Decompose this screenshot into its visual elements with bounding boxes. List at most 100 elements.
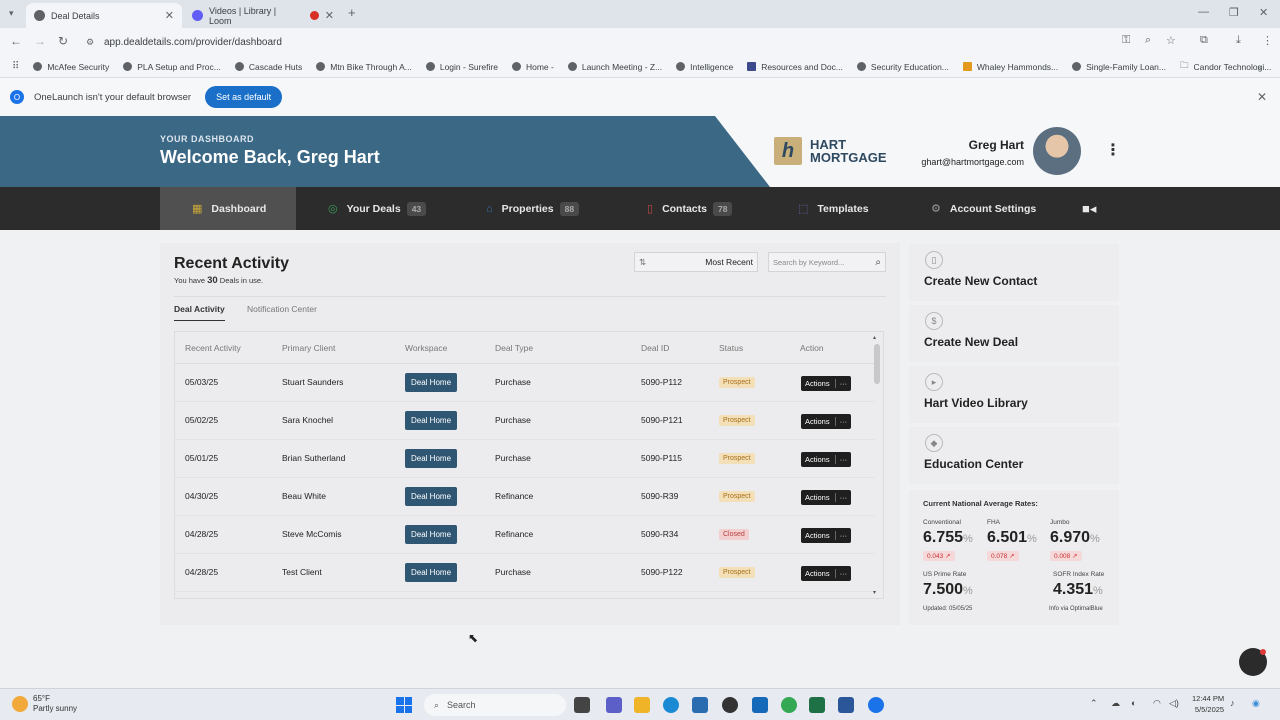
tab-deal-activity[interactable]: Deal Activity — [174, 304, 225, 321]
onedrive-icon[interactable]: ◐ — [1131, 698, 1136, 708]
avatar[interactable] — [1033, 127, 1081, 175]
url-field[interactable]: ⚙ app.dealdetails.com/provider/dashboard — [80, 31, 1190, 53]
network-icon[interactable]: ☁ — [1111, 698, 1120, 709]
scroll-up-icon[interactable]: ▴ — [873, 334, 876, 341]
hart-video-library-card[interactable]: ▸ Hart Video Library — [909, 366, 1119, 423]
back-icon[interactable]: ← — [10, 34, 22, 48]
weather-widget[interactable]: 65°F Partly sunny — [12, 694, 77, 714]
actions-button[interactable]: Actions ··· — [801, 490, 852, 505]
onelaunch-icon[interactable] — [868, 697, 884, 713]
address-bar: ← → ↻ ⚙ app.dealdetails.com/provider/das… — [0, 28, 1280, 56]
create-new-contact-card[interactable]: ▯ Create New Contact — [909, 244, 1119, 301]
tab-search-icon[interactable]: ▾ — [9, 8, 14, 19]
wifi-icon[interactable]: ◠ — [1153, 698, 1161, 709]
bookmark[interactable]: Login - Surefire — [425, 62, 498, 72]
status-badge: Closed — [719, 529, 749, 540]
bookmark[interactable]: Launch Meeting - Z... — [567, 62, 662, 72]
start-button[interactable] — [396, 697, 412, 713]
chat-launcher-button[interactable] — [1239, 648, 1267, 676]
tab-loom[interactable]: Videos | Library | Loom ✕ — [184, 3, 342, 28]
bookmark[interactable]: Whaley Hammonds... — [962, 62, 1058, 72]
set-default-button[interactable]: Set as default — [205, 86, 283, 108]
store-icon[interactable] — [692, 697, 708, 713]
deal-home-button[interactable]: Deal Home — [405, 449, 458, 468]
new-tab-icon[interactable]: + — [348, 5, 356, 20]
scrollbar-thumb[interactable] — [874, 344, 880, 384]
taskbar-clock[interactable]: 12:44 PM 5/5/2025 — [1192, 693, 1224, 715]
bookmark[interactable]: Mtn Bike Through A... — [316, 62, 412, 72]
deal-home-button[interactable]: Deal Home — [405, 373, 458, 392]
close-tab-icon[interactable]: ✕ — [165, 9, 174, 22]
table-row: 04/30/25 Beau White Deal Home Refinance … — [175, 478, 875, 516]
file-explorer-icon[interactable] — [634, 697, 650, 713]
actions-button[interactable]: Actions ··· — [801, 528, 852, 543]
bookmark[interactable]: Intelligence — [676, 62, 733, 72]
bookmark[interactable]: McAfee Security — [33, 62, 109, 72]
nav-dashboard[interactable]: ▦ Dashboard — [160, 187, 296, 230]
actions-button[interactable]: Actions ··· — [801, 452, 852, 467]
bookmark[interactable]: Single-Family Loan... — [1072, 62, 1166, 72]
copilot-icon[interactable]: ◉ — [1252, 698, 1260, 709]
browser-menu-icon[interactable]: ⋮ — [1262, 34, 1273, 47]
table-row: 04/28/25 Test Client Deal Home Purchase … — [175, 554, 875, 592]
teams-icon[interactable] — [606, 697, 622, 713]
close-tab-icon[interactable]: ✕ — [325, 9, 334, 22]
chrome-icon[interactable] — [781, 697, 797, 713]
tab-deal-details[interactable]: Deal Details ✕ — [26, 3, 182, 28]
nav-contacts[interactable]: ▯ Contacts 78 — [647, 187, 733, 230]
deal-home-button[interactable]: Deal Home — [405, 487, 458, 506]
actions-button[interactable]: Actions ··· — [801, 414, 852, 429]
dell-icon[interactable] — [722, 697, 738, 713]
edge-icon[interactable] — [663, 697, 679, 713]
word-icon[interactable] — [838, 697, 854, 713]
password-key-icon[interactable]: ⚿ — [1122, 34, 1130, 47]
deal-home-button[interactable]: Deal Home — [405, 525, 458, 544]
nav-properties[interactable]: ⌂ Properties 88 — [486, 187, 580, 230]
actions-button[interactable]: Actions ··· — [801, 566, 852, 581]
tab-notification-center[interactable]: Notification Center — [247, 304, 317, 314]
reload-icon[interactable]: ↻ — [58, 34, 68, 48]
close-icon[interactable]: ✕ — [1257, 90, 1267, 104]
more-bookmarks-icon[interactable]: » — [1257, 62, 1262, 72]
actions-button[interactable]: Actions ··· — [801, 376, 852, 391]
bookmark-star-icon[interactable]: ☆ — [1166, 34, 1176, 47]
more-options-icon[interactable]: ⋮ — [1105, 140, 1121, 160]
table-scrollbar[interactable]: ▴ ▾ — [873, 335, 881, 596]
education-center-card[interactable]: ◆ Education Center — [909, 427, 1119, 484]
minimize-icon[interactable]: — — [1198, 6, 1209, 18]
search-icon[interactable]: ⌕ — [875, 257, 881, 268]
bookmark[interactable]: Resources and Doc... — [747, 62, 843, 72]
nav-templates[interactable]: ⬚ Templates — [798, 187, 869, 230]
sort-select[interactable]: ⇅ Most Recent — [634, 252, 758, 272]
bookmark[interactable]: Security Education... — [856, 62, 949, 72]
show-hidden-icons-icon[interactable]: ⌃ — [1090, 698, 1098, 709]
bookmark[interactable]: PLA Setup and Proc... — [123, 62, 221, 72]
outlook-icon[interactable] — [752, 697, 768, 713]
create-new-deal-card[interactable]: $ Create New Deal — [909, 305, 1119, 362]
volume-icon[interactable]: ◁) — [1169, 698, 1179, 709]
forward-icon[interactable]: → — [34, 34, 46, 48]
excel-icon[interactable] — [809, 697, 825, 713]
extensions-icon[interactable]: ⧉ — [1200, 34, 1208, 47]
apps-grid-icon[interactable]: ⠿ — [12, 61, 19, 72]
taskbar-search[interactable]: ⌕ Search — [424, 694, 566, 716]
deals-table: Recent Activity Primary Client Workspace… — [174, 331, 884, 599]
deal-home-button[interactable]: Deal Home — [405, 563, 458, 582]
notification-bell-icon[interactable]: ♪ — [1230, 698, 1235, 708]
search-input[interactable]: Search by Keyword... ⌕ — [768, 252, 886, 272]
nav-account-settings[interactable]: ⚙ Account Settings — [931, 187, 1036, 230]
table-row: 05/01/25 Brian Sutherland Deal Home Purc… — [175, 440, 875, 478]
close-window-icon[interactable]: ✕ — [1259, 6, 1268, 19]
video-camera-icon[interactable]: ■◂ — [1082, 187, 1096, 230]
task-view-icon[interactable] — [574, 697, 590, 713]
site-info-icon[interactable]: ⚙ — [86, 37, 94, 48]
nav-your-deals[interactable]: ◎ Your Deals 43 — [328, 187, 427, 230]
scroll-down-icon[interactable]: ▾ — [873, 589, 876, 596]
deal-home-button[interactable]: Deal Home — [405, 411, 458, 430]
download-icon[interactable]: ⤓ — [1236, 34, 1241, 47]
more-icon: ··· — [834, 379, 847, 388]
zoom-icon[interactable]: ⌕ — [1145, 34, 1151, 47]
maximize-icon[interactable]: ❐ — [1229, 6, 1239, 19]
bookmark[interactable]: Home - — [511, 62, 554, 72]
bookmark[interactable]: Cascade Huts — [234, 62, 302, 72]
